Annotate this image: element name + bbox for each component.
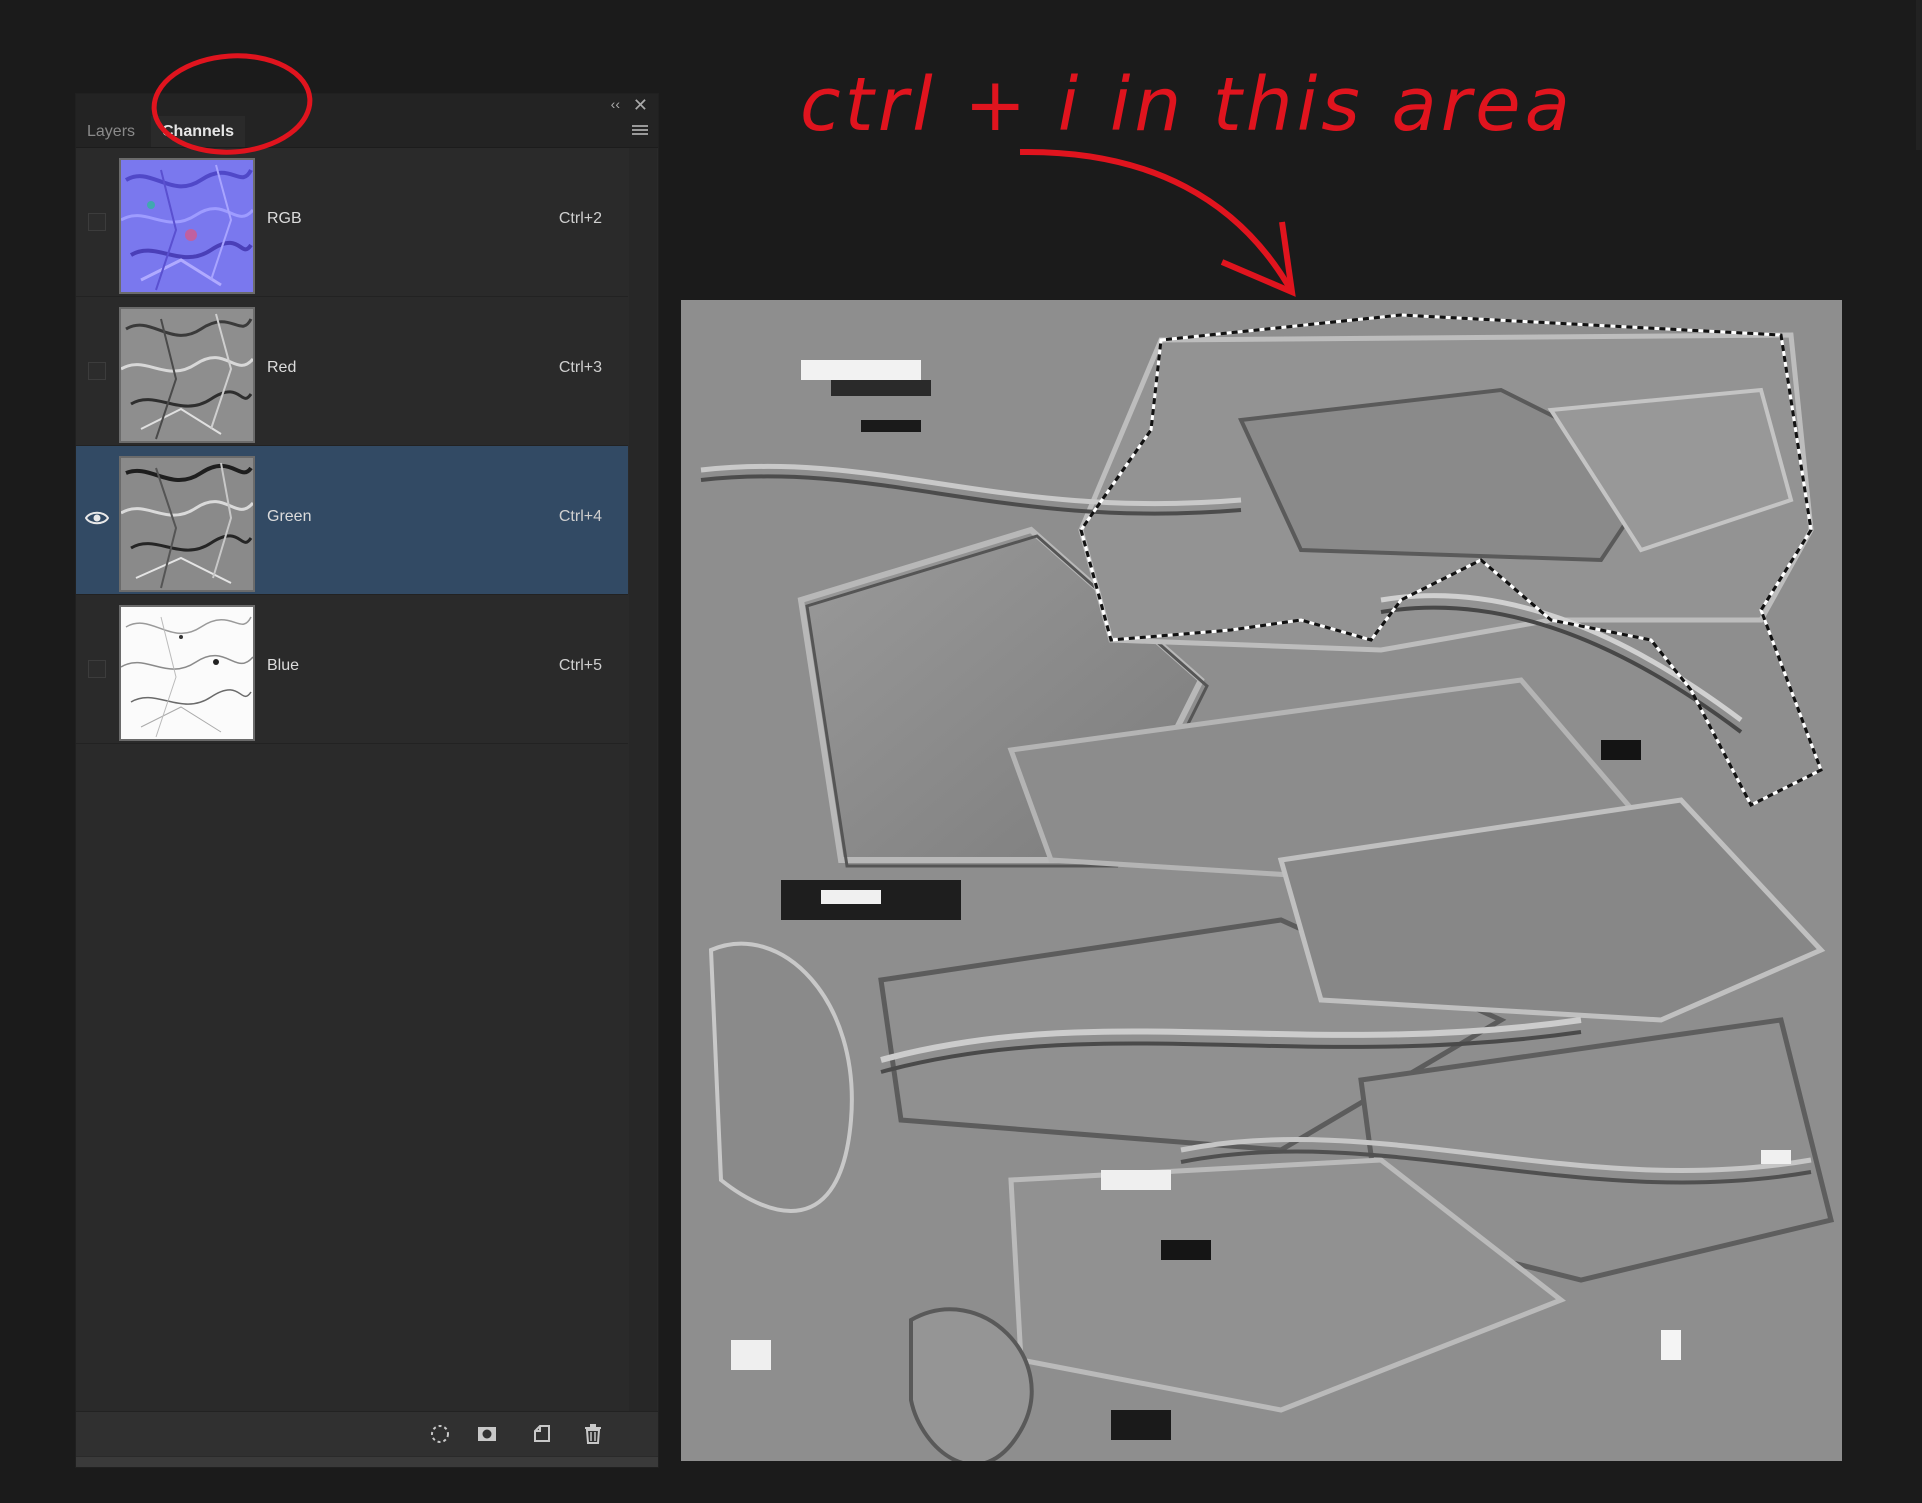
channel-row-red[interactable]: Red Ctrl+3 — [76, 297, 628, 446]
channel-shortcut: Ctrl+4 — [558, 508, 602, 525]
channel-row-green[interactable]: Green Ctrl+4 — [76, 446, 628, 595]
channel-shortcut: Ctrl+3 — [558, 359, 602, 376]
panel-resize-handle[interactable] — [76, 1457, 658, 1467]
close-icon[interactable]: ✕ — [633, 95, 648, 115]
channels-panel: ‹‹ ✕ Layers Channels RGB Ctrl+2 Red Ctrl… — [75, 93, 659, 1468]
panel-footer — [76, 1411, 658, 1456]
visibility-toggle[interactable] — [88, 213, 106, 231]
trash-icon[interactable] — [582, 1423, 604, 1445]
channel-shortcut: Ctrl+2 — [558, 210, 602, 227]
visibility-toggle[interactable] — [88, 660, 106, 678]
new-channel-icon[interactable] — [531, 1423, 553, 1445]
double-chevron-left-icon[interactable]: ‹‹ — [611, 96, 620, 112]
tab-channels[interactable]: Channels — [151, 116, 246, 147]
hamburger-menu-icon[interactable] — [632, 125, 648, 137]
channel-name: Green — [267, 508, 312, 525]
window-edge — [1916, 0, 1922, 150]
channel-name: Blue — [267, 657, 300, 674]
visibility-toggle[interactable] — [88, 362, 106, 380]
channel-thumbnail-blue — [119, 605, 255, 741]
channel-row-blue[interactable]: Blue Ctrl+5 — [76, 595, 628, 744]
channel-thumbnail-green — [119, 456, 255, 592]
channel-name: RGB — [267, 210, 302, 227]
eye-icon[interactable] — [85, 510, 109, 526]
channel-row-rgb[interactable]: RGB Ctrl+2 — [76, 148, 628, 297]
save-selection-icon[interactable] — [476, 1423, 498, 1445]
annotation-text: ctrl + i in this area — [800, 62, 1574, 148]
channel-name: Red — [267, 359, 297, 376]
document-canvas[interactable] — [681, 300, 1842, 1461]
channel-thumbnail-red — [119, 307, 255, 443]
dotted-selection-icon[interactable] — [429, 1423, 451, 1445]
channel-shortcut: Ctrl+5 — [558, 657, 602, 674]
tab-layers[interactable]: Layers — [76, 116, 146, 147]
channel-thumbnail-rgb — [119, 158, 255, 294]
panel-tabbar: Layers Channels — [76, 116, 658, 148]
panel-topbar: ‹‹ ✕ — [76, 94, 658, 116]
channel-list: RGB Ctrl+2 Red Ctrl+3 Green Ctrl+4 Blue … — [76, 148, 628, 744]
panel-scrollbar[interactable] — [629, 148, 657, 1413]
